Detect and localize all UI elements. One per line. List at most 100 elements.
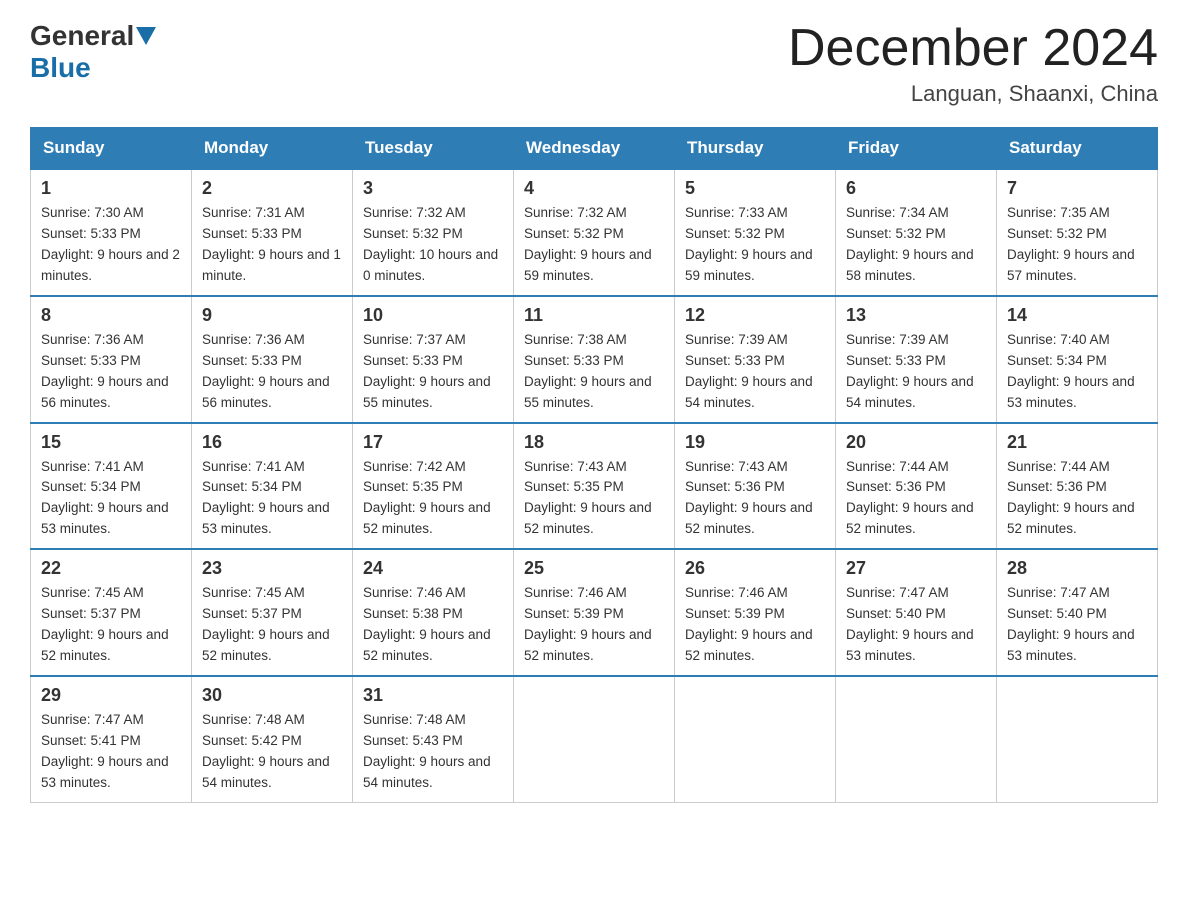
sunrise-label: Sunrise: 7:36 AM [41,332,144,347]
calendar-day-25: 25 Sunrise: 7:46 AM Sunset: 5:39 PM Dayl… [514,549,675,676]
sunrise-label: Sunrise: 7:47 AM [41,712,144,727]
day-number: 26 [685,558,825,579]
day-number: 6 [846,178,986,199]
daylight-label: Daylight: 9 hours and 59 minutes. [685,247,813,283]
calendar-week-5: 29 Sunrise: 7:47 AM Sunset: 5:41 PM Dayl… [31,676,1158,802]
day-number: 31 [363,685,503,706]
calendar-day-21: 21 Sunrise: 7:44 AM Sunset: 5:36 PM Dayl… [997,423,1158,550]
day-info: Sunrise: 7:46 AM Sunset: 5:38 PM Dayligh… [363,583,503,667]
sunset-label: Sunset: 5:41 PM [41,733,141,748]
day-info: Sunrise: 7:36 AM Sunset: 5:33 PM Dayligh… [41,330,181,414]
calendar-day-10: 10 Sunrise: 7:37 AM Sunset: 5:33 PM Dayl… [353,296,514,423]
calendar-day-27: 27 Sunrise: 7:47 AM Sunset: 5:40 PM Dayl… [836,549,997,676]
daylight-label: Daylight: 9 hours and 53 minutes. [1007,374,1135,410]
daylight-label: Daylight: 10 hours and 0 minutes. [363,247,498,283]
sunset-label: Sunset: 5:34 PM [41,479,141,494]
day-info: Sunrise: 7:33 AM Sunset: 5:32 PM Dayligh… [685,203,825,287]
day-info: Sunrise: 7:44 AM Sunset: 5:36 PM Dayligh… [1007,457,1147,541]
calendar-header: SundayMondayTuesdayWednesdayThursdayFrid… [31,128,1158,170]
calendar-week-1: 1 Sunrise: 7:30 AM Sunset: 5:33 PM Dayli… [31,169,1158,296]
sunrise-label: Sunrise: 7:44 AM [1007,459,1110,474]
sunset-label: Sunset: 5:35 PM [524,479,624,494]
day-number: 22 [41,558,181,579]
daylight-label: Daylight: 9 hours and 52 minutes. [685,500,813,536]
daylight-label: Daylight: 9 hours and 52 minutes. [1007,500,1135,536]
sunrise-label: Sunrise: 7:38 AM [524,332,627,347]
logo-general-text: General [30,20,134,52]
day-number: 10 [363,305,503,326]
day-number: 12 [685,305,825,326]
day-info: Sunrise: 7:45 AM Sunset: 5:37 PM Dayligh… [41,583,181,667]
calendar-empty [675,676,836,802]
daylight-label: Daylight: 9 hours and 56 minutes. [202,374,330,410]
calendar-week-3: 15 Sunrise: 7:41 AM Sunset: 5:34 PM Dayl… [31,423,1158,550]
calendar-day-13: 13 Sunrise: 7:39 AM Sunset: 5:33 PM Dayl… [836,296,997,423]
daylight-label: Daylight: 9 hours and 52 minutes. [685,627,813,663]
header-day-thursday: Thursday [675,128,836,170]
day-number: 18 [524,432,664,453]
sunset-label: Sunset: 5:32 PM [363,226,463,241]
calendar-day-26: 26 Sunrise: 7:46 AM Sunset: 5:39 PM Dayl… [675,549,836,676]
calendar-day-22: 22 Sunrise: 7:45 AM Sunset: 5:37 PM Dayl… [31,549,192,676]
sunrise-label: Sunrise: 7:45 AM [202,585,305,600]
day-number: 9 [202,305,342,326]
calendar-day-17: 17 Sunrise: 7:42 AM Sunset: 5:35 PM Dayl… [353,423,514,550]
sunrise-label: Sunrise: 7:32 AM [363,205,466,220]
sunset-label: Sunset: 5:34 PM [1007,353,1107,368]
day-info: Sunrise: 7:37 AM Sunset: 5:33 PM Dayligh… [363,330,503,414]
sunrise-label: Sunrise: 7:43 AM [524,459,627,474]
sunrise-label: Sunrise: 7:35 AM [1007,205,1110,220]
sunset-label: Sunset: 5:33 PM [202,353,302,368]
daylight-label: Daylight: 9 hours and 53 minutes. [202,500,330,536]
daylight-label: Daylight: 9 hours and 52 minutes. [846,500,974,536]
day-number: 8 [41,305,181,326]
logo: General Blue [30,20,158,84]
calendar-day-20: 20 Sunrise: 7:44 AM Sunset: 5:36 PM Dayl… [836,423,997,550]
daylight-label: Daylight: 9 hours and 1 minute. [202,247,341,283]
sunrise-label: Sunrise: 7:46 AM [363,585,466,600]
calendar-day-30: 30 Sunrise: 7:48 AM Sunset: 5:42 PM Dayl… [192,676,353,802]
day-info: Sunrise: 7:48 AM Sunset: 5:42 PM Dayligh… [202,710,342,794]
daylight-label: Daylight: 9 hours and 55 minutes. [524,374,652,410]
daylight-label: Daylight: 9 hours and 52 minutes. [41,627,169,663]
sunset-label: Sunset: 5:37 PM [202,606,302,621]
location-text: Languan, Shaanxi, China [788,81,1158,107]
day-number: 28 [1007,558,1147,579]
daylight-label: Daylight: 9 hours and 52 minutes. [363,500,491,536]
sunset-label: Sunset: 5:37 PM [41,606,141,621]
sunset-label: Sunset: 5:33 PM [202,226,302,241]
day-number: 5 [685,178,825,199]
calendar-day-11: 11 Sunrise: 7:38 AM Sunset: 5:33 PM Dayl… [514,296,675,423]
calendar-day-23: 23 Sunrise: 7:45 AM Sunset: 5:37 PM Dayl… [192,549,353,676]
day-info: Sunrise: 7:47 AM Sunset: 5:41 PM Dayligh… [41,710,181,794]
daylight-label: Daylight: 9 hours and 52 minutes. [202,627,330,663]
day-number: 1 [41,178,181,199]
daylight-label: Daylight: 9 hours and 54 minutes. [685,374,813,410]
daylight-label: Daylight: 9 hours and 54 minutes. [363,754,491,790]
day-info: Sunrise: 7:41 AM Sunset: 5:34 PM Dayligh… [41,457,181,541]
sunrise-label: Sunrise: 7:32 AM [524,205,627,220]
daylight-label: Daylight: 9 hours and 54 minutes. [202,754,330,790]
day-number: 4 [524,178,664,199]
day-info: Sunrise: 7:34 AM Sunset: 5:32 PM Dayligh… [846,203,986,287]
calendar-day-18: 18 Sunrise: 7:43 AM Sunset: 5:35 PM Dayl… [514,423,675,550]
daylight-label: Daylight: 9 hours and 52 minutes. [363,627,491,663]
day-info: Sunrise: 7:36 AM Sunset: 5:33 PM Dayligh… [202,330,342,414]
sunset-label: Sunset: 5:36 PM [846,479,946,494]
sunrise-label: Sunrise: 7:39 AM [846,332,949,347]
sunset-label: Sunset: 5:43 PM [363,733,463,748]
calendar-day-2: 2 Sunrise: 7:31 AM Sunset: 5:33 PM Dayli… [192,169,353,296]
calendar-day-28: 28 Sunrise: 7:47 AM Sunset: 5:40 PM Dayl… [997,549,1158,676]
day-number: 14 [1007,305,1147,326]
month-title: December 2024 [788,20,1158,77]
day-info: Sunrise: 7:31 AM Sunset: 5:33 PM Dayligh… [202,203,342,287]
sunrise-label: Sunrise: 7:41 AM [202,459,305,474]
sunrise-label: Sunrise: 7:48 AM [363,712,466,727]
day-number: 27 [846,558,986,579]
day-info: Sunrise: 7:32 AM Sunset: 5:32 PM Dayligh… [363,203,503,287]
logo-text: General [30,20,158,52]
sunset-label: Sunset: 5:32 PM [524,226,624,241]
calendar-day-24: 24 Sunrise: 7:46 AM Sunset: 5:38 PM Dayl… [353,549,514,676]
daylight-label: Daylight: 9 hours and 53 minutes. [1007,627,1135,663]
day-info: Sunrise: 7:32 AM Sunset: 5:32 PM Dayligh… [524,203,664,287]
